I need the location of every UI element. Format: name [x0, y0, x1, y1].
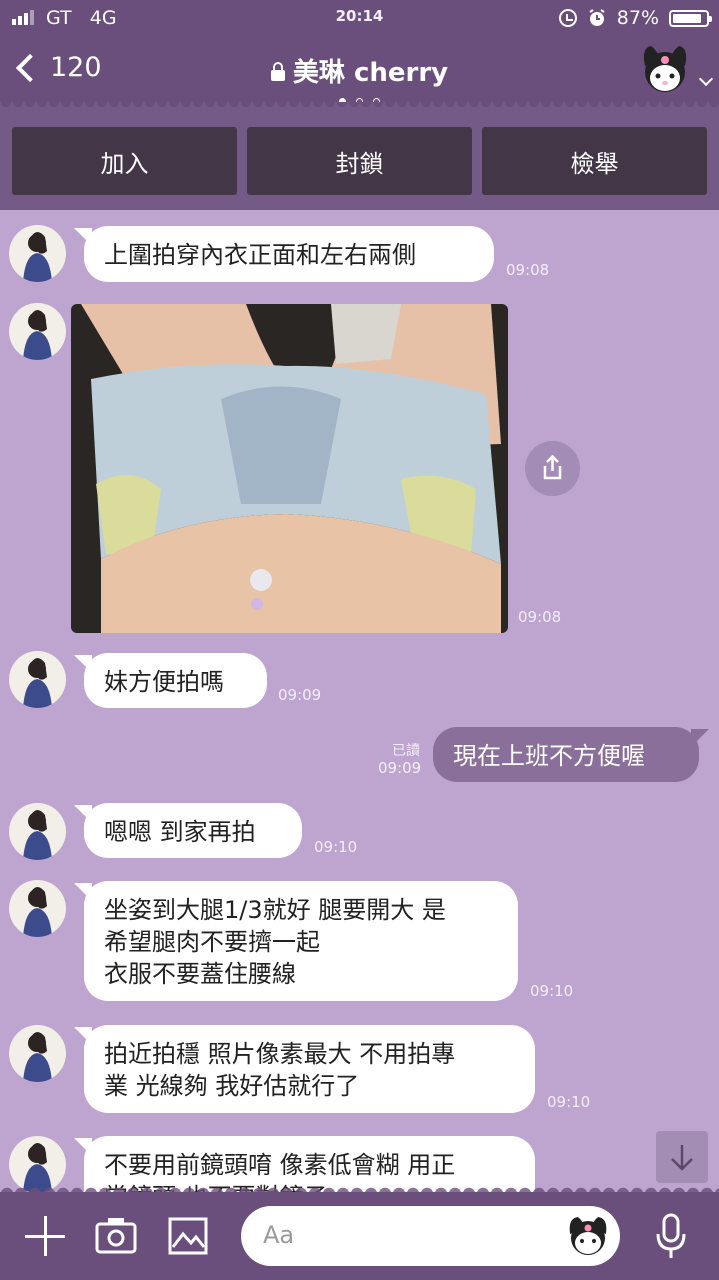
- message-input[interactable]: Aa: [241, 1206, 620, 1266]
- chat-title[interactable]: 美琳 cherry: [0, 52, 719, 89]
- scroll-down-button[interactable]: [656, 1131, 708, 1183]
- share-button[interactable]: [525, 441, 580, 496]
- message-time: 09:08: [518, 608, 562, 626]
- avatar[interactable]: [9, 225, 66, 282]
- kuromi-mascot-icon[interactable]: [637, 42, 693, 98]
- share-icon: [543, 454, 562, 480]
- status-bar: GT 4G 20:14 87%: [0, 0, 719, 38]
- message-time: 09:09: [378, 759, 422, 777]
- message-bubble[interactable]: 拍近拍穩 照片像素最大 不用拍專 業 光線夠 我好估就行了: [74, 1025, 535, 1113]
- avatar[interactable]: [9, 303, 66, 360]
- rotation-lock-icon: [558, 9, 577, 27]
- avatar[interactable]: [9, 880, 66, 937]
- message-input-placeholder: Aa: [263, 1221, 295, 1249]
- chat-header: 120 美琳 cherry: [0, 38, 719, 105]
- header-scallop-divider: [0, 102, 719, 108]
- chat-area[interactable]: 上圍拍穿內衣正面和左右兩側 09:08 09:08 妹方便拍嗎 09:09 已讀…: [0, 210, 719, 1192]
- message-time: 09:08: [506, 261, 550, 279]
- message-bubble[interactable]: 嗯嗯 到家再拍: [74, 803, 302, 858]
- report-button[interactable]: 檢舉: [482, 127, 707, 195]
- microphone-icon[interactable]: [655, 1212, 687, 1260]
- avatar[interactable]: [9, 1025, 66, 1082]
- read-receipt: 已讀: [392, 743, 420, 759]
- image-icon[interactable]: [168, 1217, 208, 1255]
- message-time: 09:10: [547, 1093, 591, 1111]
- battery-icon: [669, 9, 712, 27]
- avatar[interactable]: [9, 803, 66, 860]
- action-bar: 加入 封鎖 檢舉: [0, 102, 719, 210]
- scroll-down-icon: [671, 1145, 693, 1171]
- alarm-icon: [589, 9, 605, 26]
- outgoing-message-bubble[interactable]: 現在上班不方便喔: [433, 727, 709, 782]
- avatar[interactable]: [9, 651, 66, 708]
- lock-icon: [270, 62, 285, 81]
- battery-percent: 87%: [616, 7, 659, 29]
- composer-bar: Aa: [0, 1192, 719, 1280]
- message-time: 09:10: [314, 838, 358, 856]
- camera-icon[interactable]: [95, 1216, 137, 1256]
- message-bubble[interactable]: 上圍拍穿內衣正面和左右兩側: [74, 226, 494, 282]
- sticker-icon[interactable]: [566, 1214, 610, 1258]
- block-button[interactable]: 封鎖: [247, 127, 472, 195]
- message-time: 09:10: [530, 982, 574, 1000]
- battery-fill: [673, 13, 701, 23]
- add-friend-button[interactable]: 加入: [12, 127, 237, 195]
- photo-message[interactable]: [71, 304, 508, 633]
- message-bubble[interactable]: 妹方便拍嗎: [74, 653, 267, 708]
- message-time: 09:09: [278, 686, 322, 704]
- message-bubble[interactable]: 坐姿到大腿1/3就好 腿要開大 是 希望腿肉不要擠一起 衣服不要蓋住腰線: [74, 881, 518, 1001]
